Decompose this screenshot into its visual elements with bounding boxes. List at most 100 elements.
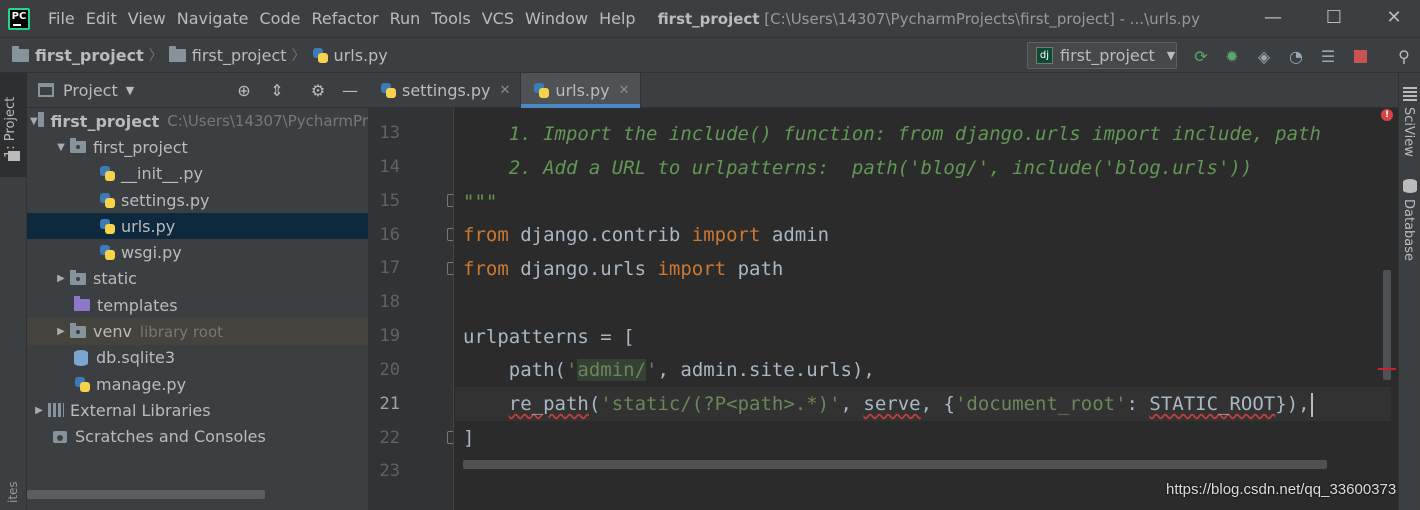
- menu-edit[interactable]: Edit: [86, 9, 117, 28]
- locate-file-icon[interactable]: ⊕: [234, 81, 254, 101]
- chevron-right-icon: 〉: [148, 48, 163, 64]
- editor-horizontal-scrollbar[interactable]: [463, 460, 1327, 469]
- menu-view[interactable]: View: [128, 9, 166, 28]
- chevron-down-icon: ▼: [1166, 49, 1176, 62]
- menu-refactor[interactable]: Refactor: [311, 9, 378, 28]
- tree-item-file[interactable]: urls.py: [27, 213, 368, 240]
- menu-vcs[interactable]: VCS: [482, 9, 514, 28]
- menu-tools[interactable]: Tools: [431, 9, 470, 28]
- line-number: 15: [379, 191, 400, 211]
- code-line-13: 1. Import the include() function: from d…: [463, 123, 1321, 145]
- horizontal-scrollbar[interactable]: [27, 490, 265, 499]
- tree-item-folder[interactable]: ▶ venv library root: [27, 318, 368, 345]
- project-tool-button[interactable]: 1: Project: [0, 73, 27, 177]
- fold-marker-icon[interactable]: [447, 194, 453, 207]
- maximize-button[interactable]: ☐: [1322, 6, 1346, 30]
- expand-arrow-icon[interactable]: ▶: [52, 326, 70, 337]
- error-indicator-icon[interactable]: !: [1381, 109, 1393, 121]
- breadcrumb-file[interactable]: urls.py: [312, 46, 388, 65]
- chevron-right-icon: 〉: [291, 48, 306, 64]
- fold-marker-icon[interactable]: [447, 228, 453, 241]
- menu-window[interactable]: Window: [525, 9, 588, 28]
- project-view-select[interactable]: Project: [63, 81, 118, 100]
- code-line-21: re_path('static/(?P<path>.*)', serve, {'…: [455, 387, 1391, 421]
- debug-icon[interactable]: ✹: [1222, 46, 1242, 66]
- database-tool-button[interactable]: Database: [1401, 199, 1416, 261]
- code-editor[interactable]: 1. Import the include() function: from d…: [455, 108, 1391, 466]
- tab-settings-py[interactable]: settings.py ✕: [368, 73, 522, 108]
- tree-item-libraries[interactable]: ▶ External Libraries: [27, 397, 368, 423]
- window-title: first_project [C:\Users\14307\PycharmPro…: [657, 9, 1200, 28]
- right-tool-stripe: SciView Database: [1398, 73, 1420, 510]
- folder-icon: [37, 112, 44, 128]
- expand-arrow-icon[interactable]: ▶: [52, 273, 70, 284]
- line-number: 23: [379, 461, 400, 481]
- close-tab-icon[interactable]: ✕: [619, 83, 630, 98]
- editor-gutter[interactable]: 13 14 15 16 17 18 19 20 21 22 23: [368, 108, 454, 510]
- line-number: 18: [379, 292, 400, 312]
- python-file-icon: [380, 82, 397, 99]
- breadcrumb-package[interactable]: first_project 〉: [168, 45, 312, 65]
- code-line-20: path('admin/', admin.site.urls),: [463, 359, 875, 381]
- tree-item-folder[interactable]: templates: [27, 292, 368, 318]
- python-file-icon: [99, 192, 116, 209]
- gear-icon[interactable]: ⚙: [308, 81, 328, 101]
- django-icon: dj: [1036, 47, 1053, 64]
- tree-item-folder[interactable]: ▶ static: [27, 266, 368, 292]
- database-icon: [1403, 179, 1417, 193]
- breadcrumb-project[interactable]: first_project 〉: [12, 45, 169, 65]
- folder-icon: [8, 151, 20, 161]
- folder-icon: [168, 45, 186, 62]
- minimize-button[interactable]: —: [1261, 6, 1285, 30]
- expand-arrow-icon[interactable]: ▼: [52, 142, 70, 153]
- hide-panel-icon[interactable]: —: [340, 81, 360, 101]
- favorites-tool-button[interactable]: ites: [6, 481, 20, 503]
- run-configuration-select[interactable]: dj first_project ▼: [1027, 42, 1177, 69]
- code-line-14: 2. Add a URL to urlpatterns: path('blog/…: [463, 157, 1253, 179]
- search-icon[interactable]: ⚲: [1394, 46, 1414, 66]
- expand-arrow-icon[interactable]: ▶: [30, 405, 48, 416]
- profile-icon[interactable]: ◔: [1286, 46, 1306, 66]
- tree-item-file[interactable]: manage.py: [27, 371, 368, 397]
- python-file-icon: [74, 376, 91, 393]
- menu-bar: PC File Edit View Navigate Code Refactor…: [0, 0, 1420, 37]
- code-line-19: urlpatterns = [: [463, 326, 635, 348]
- menu-help[interactable]: Help: [599, 9, 635, 28]
- chevron-down-icon[interactable]: ▼: [126, 84, 134, 97]
- menu-file[interactable]: File: [48, 9, 75, 28]
- fold-marker-icon[interactable]: [447, 431, 453, 444]
- rerun-icon[interactable]: ⟳: [1191, 46, 1211, 66]
- menu-code[interactable]: Code: [260, 9, 301, 28]
- tree-item-root[interactable]: ▼ first_project C:\Users\14307\PycharmPr: [27, 108, 368, 134]
- python-file-icon: [533, 82, 550, 99]
- stop-icon[interactable]: [1350, 46, 1370, 66]
- tree-item-file[interactable]: db.sqlite3: [27, 345, 368, 371]
- editor-tab-bar: settings.py ✕ urls.py ✕: [368, 73, 1398, 108]
- library-icon: [48, 403, 64, 418]
- fold-marker-icon[interactable]: [447, 262, 453, 275]
- menu-run[interactable]: Run: [390, 9, 421, 28]
- line-number: 16: [379, 225, 400, 245]
- expand-arrow-icon[interactable]: ▼: [30, 116, 38, 127]
- tree-item-package[interactable]: ▼ first_project: [27, 134, 368, 160]
- error-stripe-mark[interactable]: [1378, 368, 1396, 370]
- close-tab-icon[interactable]: ✕: [500, 83, 511, 98]
- menu-navigate[interactable]: Navigate: [177, 9, 249, 28]
- sciview-tool-button[interactable]: SciView: [1401, 107, 1416, 157]
- line-number: 17: [379, 258, 400, 278]
- collapse-all-icon[interactable]: ⇕: [267, 81, 287, 101]
- code-line-15: """: [463, 191, 498, 213]
- python-file-icon: [99, 218, 116, 235]
- tree-item-file[interactable]: __init__.py: [27, 161, 368, 187]
- line-number: 22: [379, 428, 400, 448]
- package-folder-icon: [70, 322, 86, 338]
- tree-item-file[interactable]: wsgi.py: [27, 239, 368, 265]
- build-icon[interactable]: ☰: [1318, 46, 1338, 66]
- coverage-icon[interactable]: ◈: [1254, 46, 1274, 66]
- tree-item-scratches[interactable]: Scratches and Consoles: [27, 424, 368, 450]
- tree-item-file[interactable]: settings.py: [27, 187, 368, 213]
- editor-vertical-scrollbar[interactable]: [1383, 270, 1391, 380]
- tab-urls-py[interactable]: urls.py ✕: [521, 73, 641, 108]
- close-window-button[interactable]: ✕: [1382, 6, 1406, 30]
- database-file-icon: [74, 349, 88, 366]
